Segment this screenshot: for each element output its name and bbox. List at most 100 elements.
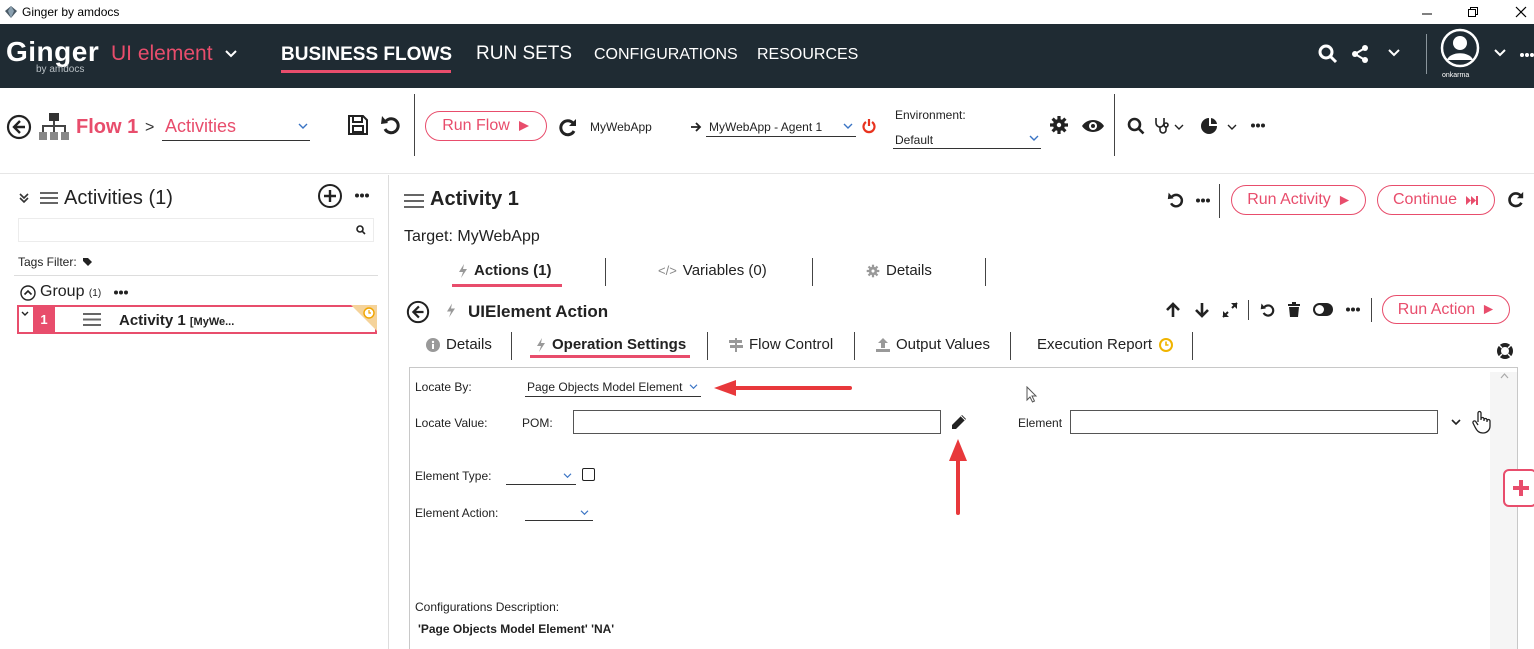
chevron-down-icon[interactable] [1227,123,1237,131]
action-title: UIElement Action [468,302,609,321]
subtab-flow-control[interactable]: Flow Control [729,336,833,353]
collapse-circle-icon[interactable] [20,285,36,301]
group-header[interactable]: Group (1) [40,283,101,301]
more-icon[interactable] [1196,198,1210,203]
pom-input[interactable] [573,410,941,434]
more-icon[interactable] [1251,123,1265,128]
element-type-checkbox[interactable] [582,468,595,481]
arrow-up-icon[interactable] [1166,302,1180,318]
search-icon[interactable] [1318,44,1338,64]
action-toolbar-divider [1371,298,1372,322]
config-description-label: Configurations Description: [415,600,560,614]
tab-business-flows[interactable]: BUSINESS FLOWS [281,44,452,66]
drag-handle-icon[interactable] [83,313,101,326]
subtab-execution-report[interactable]: Execution Report [1037,336,1174,353]
more-icon[interactable] [355,193,369,198]
play-icon [1484,304,1494,315]
chevron-down-icon[interactable] [1028,134,1040,142]
tab-divider [511,332,512,360]
more-icon[interactable] [114,290,128,295]
undo-icon[interactable] [1167,191,1185,209]
more-icon[interactable] [1346,307,1360,312]
subtab-operation-settings[interactable]: Operation Settings [536,336,686,353]
continue-button[interactable]: Continue [1377,185,1495,215]
power-icon[interactable] [862,118,876,134]
run-action-button[interactable]: Run Action [1382,295,1510,324]
trash-icon[interactable] [1288,302,1300,317]
tab-configurations[interactable]: CONFIGURATIONS [594,46,738,64]
hand-pointer-icon[interactable] [1471,410,1493,434]
solution-selector[interactable]: UI element [111,42,213,66]
locate-by-label: Locate By: [415,380,472,394]
close-window-button[interactable] [1506,3,1534,21]
back-circle-icon[interactable] [6,114,32,140]
more-icon[interactable] [1520,52,1534,58]
ginger-logo[interactable]: Ginger by amdocs [6,38,99,76]
chevron-down-icon[interactable] [842,122,854,130]
chevron-down-icon[interactable] [1450,418,1462,426]
refresh-icon[interactable] [1507,191,1525,209]
vertical-scrollbar[interactable] [1490,372,1517,649]
activity-list-item[interactable]: 1 Activity 1 [MyWe... [17,305,377,334]
arrow-down-icon[interactable] [1195,302,1209,318]
tab-divider [985,258,986,286]
activities-search-input[interactable] [18,218,374,242]
refresh-icon[interactable] [558,118,578,138]
add-floating-button[interactable] [1503,469,1534,507]
expand-icon[interactable] [1222,302,1238,318]
search-icon[interactable] [1127,117,1145,135]
subtab-details[interactable]: Details [426,336,492,353]
tab-variables[interactable]: </> Variables (0) [658,262,767,279]
minimize-button[interactable] [1412,3,1442,21]
pencil-icon[interactable] [950,413,968,431]
chevron-down-icon[interactable] [688,383,699,390]
config-description-value: 'Page Objects Model Element' 'NA' [418,622,615,636]
scroll-up-icon[interactable] [1500,373,1509,379]
eye-icon[interactable] [1081,118,1105,134]
back-circle-icon[interactable] [406,300,430,324]
tab-run-sets[interactable]: RUN SETS [476,43,572,65]
run-flow-button[interactable]: Run Flow [425,111,547,141]
user-avatar-icon[interactable] [1440,28,1480,68]
header-divider [1219,184,1220,218]
mouse-cursor-icon [1026,386,1038,403]
tag-icon[interactable] [82,257,93,267]
add-circle-icon[interactable] [317,183,343,209]
search-icon[interactable] [356,225,366,235]
pie-chart-icon[interactable] [1200,117,1218,135]
chevron-down-icon[interactable] [579,509,590,516]
undo-icon[interactable] [380,114,402,136]
chevron-down-icon[interactable] [1387,48,1401,58]
chevron-down-icon[interactable] [224,49,238,59]
stethoscope-icon[interactable] [1154,117,1170,135]
restore-icon [1468,7,1478,17]
chevron-down-icon[interactable] [297,122,309,130]
run-activity-button[interactable]: Run Activity [1231,185,1366,215]
flow-name[interactable]: Flow 1 [76,116,138,139]
environment-selector[interactable]: Default [895,133,933,147]
tab-resources[interactable]: RESOURCES [757,46,858,64]
restore-button[interactable] [1458,3,1488,21]
agent-selector[interactable]: MyWebApp - Agent 1 [709,120,822,134]
tab-details-label: Details [886,262,932,279]
tab-actions[interactable]: Actions (1) [458,262,552,279]
collapse-double-chevron-icon[interactable] [18,192,30,204]
locate-by-select[interactable]: Page Objects Model Element [527,380,682,394]
chevron-down-icon[interactable] [21,311,29,317]
chevron-down-icon[interactable] [562,472,573,479]
gear-icon[interactable] [1049,115,1069,135]
share-icon[interactable] [1350,44,1370,64]
chevron-down-icon[interactable] [1174,123,1184,131]
minimize-icon [1422,13,1432,15]
tab-details[interactable]: Details [866,262,932,279]
activities-title: Activities (1) [64,187,173,209]
list-icon [40,192,58,204]
section-selector[interactable]: Activities [165,116,236,137]
undo-icon[interactable] [1260,302,1276,318]
chevron-down-icon[interactable] [1493,48,1507,58]
toggle-icon[interactable] [1313,303,1333,316]
save-icon[interactable] [347,114,369,136]
element-input[interactable] [1070,410,1438,434]
lifebuoy-icon[interactable] [1496,342,1514,360]
subtab-output-values[interactable]: Output Values [876,336,990,353]
